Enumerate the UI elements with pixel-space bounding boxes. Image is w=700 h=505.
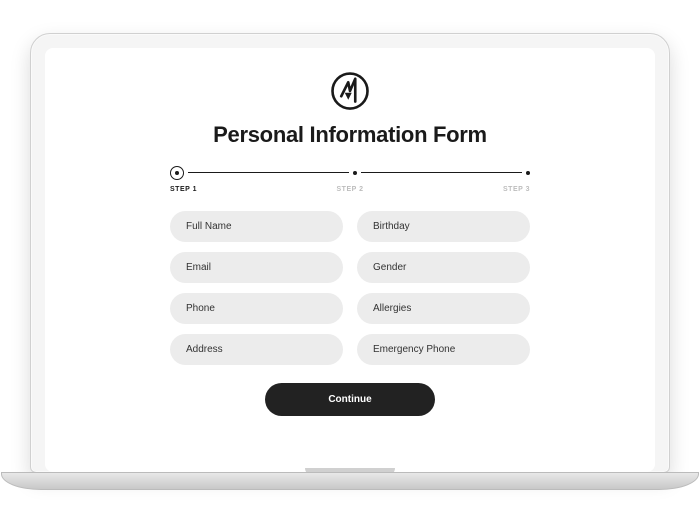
step-3-label: STEP 3 bbox=[503, 186, 530, 193]
stepper-labels: STEP 1 STEP 2 STEP 3 bbox=[170, 186, 530, 193]
continue-button[interactable]: Continue bbox=[265, 383, 435, 416]
email-field[interactable] bbox=[170, 252, 343, 283]
step-3-dot bbox=[526, 171, 530, 175]
brand-logo bbox=[329, 70, 371, 112]
form-title: Personal Information Form bbox=[213, 122, 487, 148]
allergies-field[interactable] bbox=[357, 293, 530, 324]
step-line bbox=[361, 172, 522, 173]
step-2-label: STEP 2 bbox=[337, 186, 364, 193]
laptop-base bbox=[1, 472, 699, 490]
form-fields bbox=[170, 211, 530, 365]
progress-stepper bbox=[170, 166, 530, 180]
full-name-field[interactable] bbox=[170, 211, 343, 242]
address-field[interactable] bbox=[170, 334, 343, 365]
step-1-label: STEP 1 bbox=[170, 186, 197, 193]
gender-field[interactable] bbox=[357, 252, 530, 283]
screen: Personal Information Form STEP 1 STEP 2 … bbox=[45, 48, 655, 472]
laptop-mockup: Personal Information Form STEP 1 STEP 2 … bbox=[30, 33, 670, 473]
phone-field[interactable] bbox=[170, 293, 343, 324]
step-2-dot bbox=[353, 171, 357, 175]
step-line bbox=[188, 172, 349, 173]
emergency-phone-field[interactable] bbox=[357, 334, 530, 365]
birthday-field[interactable] bbox=[357, 211, 530, 242]
step-1-dot bbox=[170, 166, 184, 180]
